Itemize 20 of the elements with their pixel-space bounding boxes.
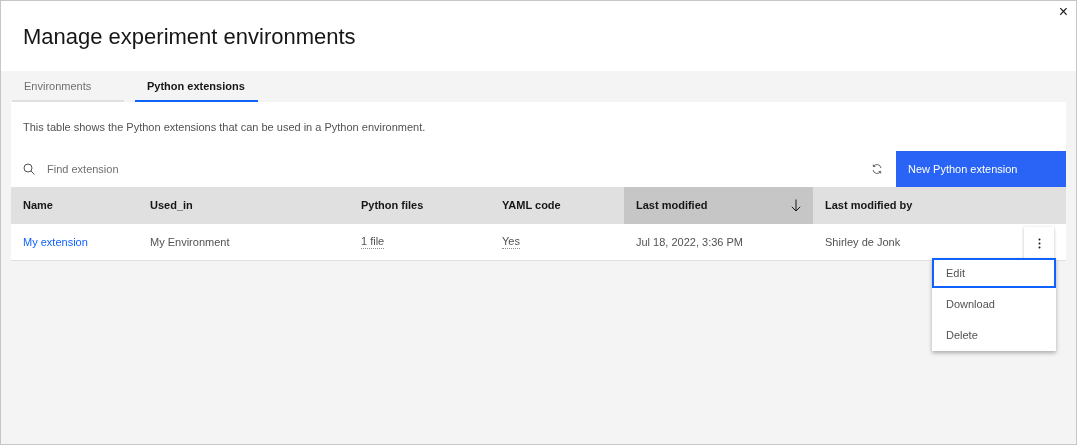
dialog-title: Manage experiment environments xyxy=(23,22,356,51)
column-header[interactable]: Last modified xyxy=(624,187,813,224)
refresh-icon[interactable] xyxy=(871,163,883,175)
new-extension-button[interactable]: New Python extension xyxy=(896,151,1066,187)
search-field[interactable]: Find extension xyxy=(47,160,347,178)
table-cell: 1 file xyxy=(361,235,385,249)
table-cell-text: Jul 18, 2022, 3:36 PM xyxy=(636,234,743,250)
description: This table shows the Python extensions that can be used in a Python environment. xyxy=(22,120,427,135)
search-icon xyxy=(23,163,35,175)
menu-item[interactable]: Download xyxy=(932,289,1056,320)
close-button[interactable]: × xyxy=(1058,3,1068,21)
extension-link[interactable]: My extension xyxy=(23,233,88,251)
overflow-button[interactable] xyxy=(1024,227,1054,260)
table-cell-text: My Environment xyxy=(150,234,230,250)
menu-item[interactable]: Delete xyxy=(932,320,1056,351)
table-cell-text: Shirley de Jonk xyxy=(825,234,901,250)
kebab-icon xyxy=(1037,238,1041,249)
menu-item[interactable]: Edit xyxy=(932,258,1056,288)
table-cell: Yes xyxy=(502,235,520,249)
sort-arrow-icon xyxy=(791,199,801,212)
